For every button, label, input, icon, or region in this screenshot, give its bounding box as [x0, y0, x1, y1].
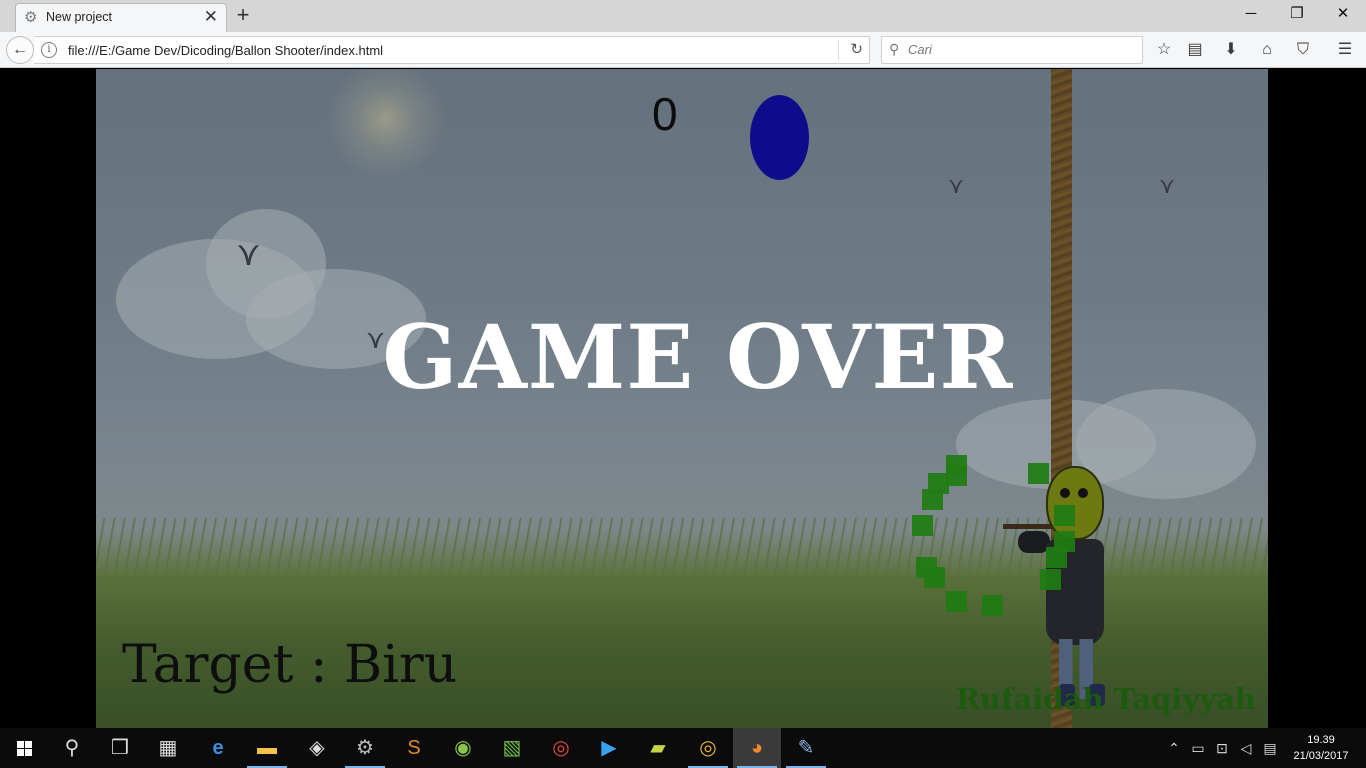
windows-logo-icon [17, 741, 24, 748]
tab-strip: ⚙ New project ✕ + ─ ❐ ✕ [0, 0, 1366, 32]
windows-logo-pane [25, 741, 32, 748]
chevron-up-icon[interactable]: ⌃ [1163, 728, 1185, 768]
notification-icon[interactable]: ▤ [1259, 728, 1281, 768]
chrome-icon[interactable]: ◎ [537, 728, 585, 768]
info-icon[interactable]: i [41, 42, 57, 58]
android-studio-icon[interactable]: ◉ [439, 728, 487, 768]
pocket-icon[interactable]: ⛉ [1292, 39, 1314, 61]
file-explorer-icon[interactable]: ▬ [243, 728, 291, 768]
reload-icon[interactable]: ↻ [850, 40, 863, 58]
windows-logo-pane [17, 749, 24, 756]
author-credit: Rufaidah Taqiyyah [955, 682, 1256, 716]
particle [1040, 569, 1061, 590]
tab-title: New project [46, 10, 112, 24]
game-over-title: GAME OVER [382, 305, 1014, 409]
clock-date: 21/03/2017 [1293, 750, 1349, 762]
minimize-button[interactable]: ─ [1228, 3, 1274, 27]
close-window-button[interactable]: ✕ [1320, 3, 1366, 27]
back-button[interactable]: ← [6, 36, 34, 64]
shooter-head [1046, 466, 1104, 540]
edge-icon[interactable]: e [194, 728, 242, 768]
particle [1054, 505, 1075, 526]
network-icon[interactable]: ⊡ [1211, 728, 1233, 768]
particle [912, 515, 933, 536]
particle [946, 465, 967, 486]
eye [1060, 488, 1070, 498]
game-canvas[interactable]: ⋎ ⋎ ⋎ ⋎ 0 GAME OVER Target : Biru Rufaid… [96, 69, 1268, 728]
new-tab-button[interactable]: + [233, 4, 253, 26]
search-icon[interactable]: ⚲ [48, 728, 96, 768]
gear-icon[interactable]: ⚙ [341, 728, 389, 768]
particle [946, 591, 967, 612]
particle [982, 595, 1003, 616]
start-button[interactable] [0, 728, 48, 768]
particle [922, 489, 943, 510]
particle [1028, 463, 1049, 484]
blue-balloon[interactable] [750, 95, 809, 180]
sublime-text-icon[interactable]: S [390, 728, 438, 768]
particle [924, 567, 945, 588]
close-tab-icon[interactable]: ✕ [204, 8, 218, 26]
unity-icon[interactable]: ◈ [293, 728, 341, 768]
folder-icon[interactable]: ▰ [634, 728, 682, 768]
address-bar[interactable]: i file:///E:/Game Dev/Dicoding/Ballon Sh… [34, 36, 870, 64]
eye [1078, 488, 1088, 498]
search-input[interactable] [908, 42, 1128, 57]
taskbar: ⚲ ❒ ▦ e ▬ ◈ ⚙ S ◉ ▧ ◎ ▶ ▰ ◎ ◕ ✎ ⌃ ▭ ⊡ ◁ … [0, 728, 1366, 768]
download-icon[interactable]: ⬇ [1220, 39, 1242, 61]
clock-time: 19.39 [1307, 734, 1335, 746]
store-icon[interactable]: ▦ [144, 728, 192, 768]
bookmark-star-icon[interactable]: ☆ [1153, 39, 1175, 61]
search-icon: ⚲ [889, 41, 900, 57]
menu-icon[interactable]: ☰ [1334, 39, 1356, 61]
navigation-bar: ← i file:///E:/Game Dev/Dicoding/Ballon … [0, 32, 1366, 68]
play-icon[interactable]: ▶ [585, 728, 633, 768]
url-text[interactable]: file:///E:/Game Dev/Dicoding/Ballon Shoo… [68, 43, 383, 58]
windows-logo-pane [25, 749, 32, 756]
divider [838, 40, 839, 61]
chrome-canary-icon[interactable]: ◎ [684, 728, 732, 768]
restore-button[interactable]: ❐ [1274, 3, 1320, 27]
gear-icon: ⚙ [24, 9, 38, 26]
firefox-icon[interactable]: ◕ [733, 728, 781, 768]
home-icon[interactable]: ⌂ [1256, 39, 1278, 61]
search-bar[interactable]: ⚲ [881, 36, 1143, 64]
particle [1046, 547, 1067, 568]
target-label: Target : Biru [122, 635, 458, 695]
paint-icon[interactable]: ✎ [782, 728, 830, 768]
battery-icon[interactable]: ▭ [1187, 728, 1209, 768]
browser-tab[interactable]: ⚙ New project ✕ [15, 3, 227, 32]
score-display: 0 [652, 88, 678, 140]
volume-mute-icon[interactable]: ◁ [1235, 728, 1257, 768]
clock[interactable]: 19.39 21/03/2017 [1286, 732, 1356, 764]
reading-list-icon[interactable]: ▤ [1184, 39, 1206, 61]
task-view-icon[interactable]: ❒ [96, 728, 144, 768]
editor-icon[interactable]: ▧ [488, 728, 536, 768]
